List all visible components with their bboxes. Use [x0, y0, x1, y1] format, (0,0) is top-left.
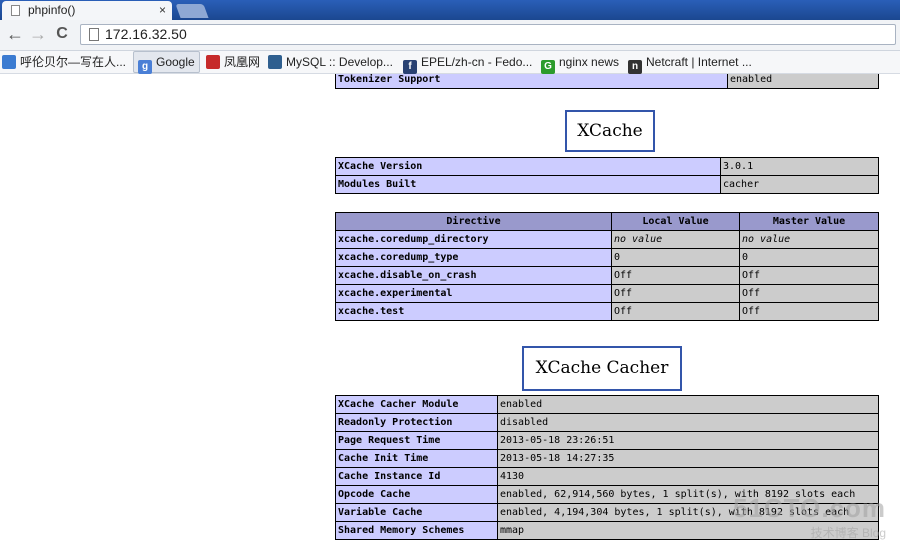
bookmark-label: 凤凰网: [224, 55, 261, 69]
page-icon: [11, 5, 20, 16]
table-row: Tokenizer Support enabled: [335, 74, 879, 89]
directive-local: no value: [611, 230, 740, 249]
directive-local: Off: [611, 266, 740, 285]
new-tab-button[interactable]: [175, 4, 209, 18]
table-row: Cache Init Time 2013-05-18 14:27:35: [335, 449, 879, 468]
bookmark-icon: [2, 55, 16, 69]
row-value: enabled, 4,194,304 bytes, 1 split(s), wi…: [497, 503, 879, 522]
bookmark-google[interactable]: g Google: [133, 51, 200, 74]
bookmark-mysql[interactable]: MySQL :: Develop...: [268, 51, 393, 73]
table-row: Variable Cache enabled, 4,194,304 bytes,…: [335, 503, 879, 522]
row-label: Page Request Time: [335, 431, 498, 450]
ifeng-icon: [206, 55, 220, 69]
row-value: 3.0.1: [720, 157, 879, 176]
row-label: Modules Built: [335, 175, 721, 194]
xcache-heading: XCache: [565, 110, 655, 152]
bookmark-label: MySQL :: Develop...: [286, 55, 393, 69]
row-label: XCache Cacher Module: [335, 395, 498, 414]
directive-name: xcache.coredump_directory: [335, 230, 612, 249]
column-header-local: Local Value: [611, 212, 740, 231]
table-row: XCache Cacher Module enabled: [335, 395, 879, 414]
directive-master: no value: [739, 230, 879, 249]
forward-arrow-icon[interactable]: →: [27, 23, 49, 45]
nginx-icon: G: [541, 60, 555, 74]
table-row: Opcode Cache enabled, 62,914,560 bytes, …: [335, 485, 879, 504]
address-bar[interactable]: 172.16.32.50: [80, 24, 896, 45]
column-header-directive: Directive: [335, 212, 612, 231]
bookmark-label: Google: [156, 55, 195, 69]
google-icon: g: [138, 60, 152, 74]
row-value: 2013-05-18 14:27:35: [497, 449, 879, 468]
bookmark-label: nginx news: [559, 55, 620, 69]
row-label: Readonly Protection: [335, 413, 498, 432]
directive-local: 0: [611, 248, 740, 267]
directive-name: xcache.experimental: [335, 284, 612, 303]
bookmark-netcraft[interactable]: n Netcraft | Internet ...: [628, 51, 752, 74]
reload-icon[interactable]: C: [51, 23, 73, 45]
row-value: 2013-05-18 23:26:51: [497, 431, 879, 450]
directive-master: Off: [739, 284, 879, 303]
table-row: Shared Memory Schemes mmap: [335, 521, 879, 540]
column-header-master: Master Value: [739, 212, 879, 231]
row-value: enabled: [727, 74, 879, 89]
row-value: disabled: [497, 413, 879, 432]
directive-local: Off: [611, 302, 740, 321]
row-label: Opcode Cache: [335, 485, 498, 504]
tokenizer-table: Tokenizer Support enabled: [335, 74, 879, 89]
row-label: Cache Init Time: [335, 449, 498, 468]
table-row: Modules Built cacher: [335, 175, 879, 194]
page-content: Tokenizer Support enabled XCache XCache …: [0, 74, 900, 547]
back-arrow-icon[interactable]: ←: [4, 23, 26, 45]
bookmark-label: Netcraft | Internet ...: [646, 55, 752, 69]
row-label: Cache Instance Id: [335, 467, 498, 486]
page-icon: [89, 28, 99, 41]
directive-master: Off: [739, 302, 879, 321]
bookmark-label: EPEL/zh-cn - Fedo...: [421, 55, 533, 69]
xcache-info-table: XCache Version 3.0.1 Modules Built cache…: [335, 157, 879, 194]
directive-name: xcache.coredump_type: [335, 248, 612, 267]
row-label: Tokenizer Support: [335, 74, 728, 89]
directive-table: Directive Local Value Master Value xcach…: [335, 212, 879, 321]
directive-master: 0: [739, 248, 879, 267]
tab-phpinfo[interactable]: phpinfo() ×: [2, 1, 172, 20]
bookmark-fedora[interactable]: f EPEL/zh-cn - Fedo...: [403, 51, 533, 74]
table-row: Cache Instance Id 4130: [335, 467, 879, 486]
directive-master: Off: [739, 266, 879, 285]
title-bar: phpinfo() ×: [0, 0, 900, 20]
table-row: Readonly Protection disabled: [335, 413, 879, 432]
row-value: enabled: [497, 395, 879, 414]
row-label: Shared Memory Schemes: [335, 521, 498, 540]
xcache-cacher-heading: XCache Cacher: [522, 346, 682, 391]
netcraft-icon: n: [628, 60, 642, 74]
table-row: xcache.test Off Off: [335, 302, 879, 321]
row-value: mmap: [497, 521, 879, 540]
directive-name: xcache.disable_on_crash: [335, 266, 612, 285]
row-label: XCache Version: [335, 157, 721, 176]
bookmark-item[interactable]: 呼伦贝尔—写在人...: [2, 51, 126, 73]
table-row: xcache.experimental Off Off: [335, 284, 879, 303]
browser-toolbar: ← → C 172.16.32.50: [0, 20, 900, 51]
bookmark-ifeng[interactable]: 凤凰网: [206, 51, 260, 73]
table-row: xcache.coredump_type 0 0: [335, 248, 879, 267]
bookmark-label: 呼伦贝尔—写在人...: [20, 55, 127, 69]
bookmark-nginx[interactable]: Gnginx news: [541, 51, 620, 74]
row-value: 4130: [497, 467, 879, 486]
row-label: Variable Cache: [335, 503, 498, 522]
table-header-row: Directive Local Value Master Value: [335, 212, 879, 231]
close-icon[interactable]: ×: [159, 1, 166, 20]
table-row: xcache.coredump_directory no value no va…: [335, 230, 879, 249]
table-row: Page Request Time 2013-05-18 23:26:51: [335, 431, 879, 450]
table-row: xcache.disable_on_crash Off Off: [335, 266, 879, 285]
table-row: XCache Version 3.0.1: [335, 157, 879, 176]
tab-title: phpinfo(): [28, 3, 76, 17]
cacher-table: XCache Cacher Module enabled Readonly Pr…: [335, 395, 879, 540]
directive-name: xcache.test: [335, 302, 612, 321]
url-text[interactable]: 172.16.32.50: [105, 25, 187, 44]
row-value: enabled, 62,914,560 bytes, 1 split(s), w…: [497, 485, 879, 504]
mysql-icon: [268, 55, 282, 69]
fedora-icon: f: [403, 60, 417, 74]
row-value: cacher: [720, 175, 879, 194]
directive-local: Off: [611, 284, 740, 303]
bookmarks-bar: 呼伦贝尔—写在人... g Google 凤凰网 MySQL :: Develop…: [0, 51, 900, 74]
